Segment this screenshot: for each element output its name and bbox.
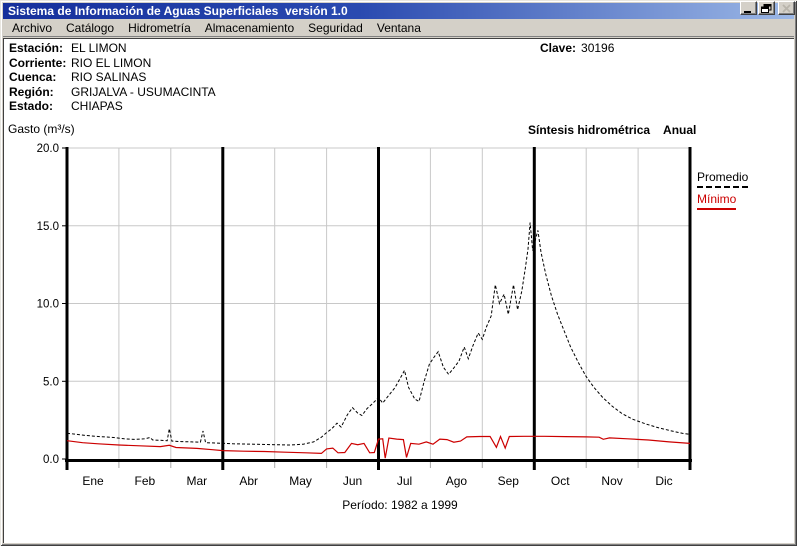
- info-row-region: Región:GRIJALVA - USUMACINTA: [9, 85, 216, 100]
- info-value: GRIJALVA - USUMACINTA: [71, 85, 216, 99]
- station-key: Clave: 30196: [540, 41, 614, 55]
- info-value: EL LIMON: [71, 41, 127, 55]
- info-row-estacion: Estación:EL LIMON: [9, 41, 216, 56]
- info-label: Región:: [9, 85, 71, 100]
- menu-item-catalogo[interactable]: Catálogo: [59, 19, 121, 37]
- legend-item-promedio: Promedio: [697, 170, 748, 188]
- legend-item-minimo: Mínimo: [697, 192, 748, 210]
- close-button[interactable]: [778, 1, 795, 15]
- restore-icon: [761, 4, 772, 13]
- info-label: Estado:: [9, 99, 71, 114]
- menu-item-hidrometria[interactable]: Hidrometría: [121, 19, 198, 37]
- info-value: RIO SALINAS: [71, 70, 146, 84]
- clave-label: Clave:: [540, 41, 576, 55]
- titlebar: Sistema de Información de Aguas Superfic…: [3, 3, 794, 19]
- menubar: Archivo Catálogo Hidrometría Almacenamie…: [3, 19, 794, 37]
- chart-title: Síntesis hidrométrica Anual: [528, 123, 696, 137]
- synthesis-label: Síntesis hidrométrica: [528, 123, 650, 137]
- menu-item-seguridad[interactable]: Seguridad: [301, 19, 370, 37]
- clave-value: 30196: [581, 41, 614, 55]
- info-row-corriente: Corriente:RIO EL LIMON: [9, 56, 216, 71]
- chart-legend: Promedio Mínimo: [697, 170, 748, 214]
- minimize-button[interactable]: [740, 1, 757, 15]
- close-icon: [782, 4, 791, 13]
- station-info: Estación:EL LIMON Corriente:RIO EL LIMON…: [9, 41, 216, 114]
- info-label: Corriente:: [9, 56, 71, 71]
- menu-item-archivo[interactable]: Archivo: [5, 19, 59, 37]
- info-value: CHIAPAS: [71, 99, 123, 113]
- y-axis-title: Gasto (m³/s): [8, 122, 75, 136]
- restore-button[interactable]: [758, 1, 775, 15]
- info-row-estado: Estado:CHIAPAS: [9, 99, 216, 114]
- window-controls: [739, 1, 795, 15]
- info-label: Estación:: [9, 41, 71, 56]
- app-window: Sistema de Información de Aguas Superfic…: [0, 0, 797, 546]
- menu-item-ventana[interactable]: Ventana: [370, 19, 428, 37]
- legend-label: Mínimo: [697, 192, 736, 210]
- info-value: RIO EL LIMON: [71, 56, 151, 70]
- window-title: Sistema de Información de Aguas Superfic…: [8, 4, 348, 18]
- info-row-cuenca: Cuenca:RIO SALINAS: [9, 70, 216, 85]
- minimize-icon: [743, 4, 754, 13]
- period-label: Período: 1982 a 1999: [280, 498, 520, 512]
- info-label: Cuenca:: [9, 70, 71, 85]
- menu-item-almacenamiento[interactable]: Almacenamiento: [198, 19, 301, 37]
- synthesis-mode: Anual: [663, 123, 696, 137]
- legend-label: Promedio: [697, 170, 748, 188]
